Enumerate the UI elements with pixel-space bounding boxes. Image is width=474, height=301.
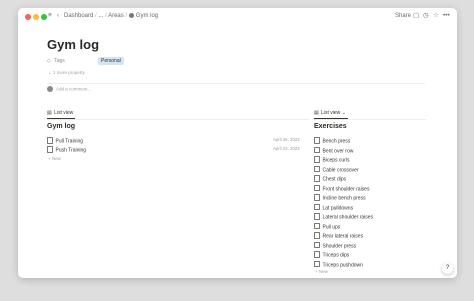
page-icon bbox=[314, 203, 320, 210]
share-button[interactable]: Share bbox=[395, 11, 411, 21]
right-list-title: Exercises bbox=[314, 123, 347, 130]
help-button[interactable]: ? bbox=[442, 263, 453, 274]
new-label: New bbox=[51, 156, 61, 161]
more-properties-toggle[interactable]: ⌄ 1 more property bbox=[48, 70, 85, 76]
page-icon bbox=[314, 213, 320, 220]
chevron-down-icon: ⌄ bbox=[341, 110, 346, 116]
exercise-name: Shoulder press bbox=[322, 243, 357, 249]
page-icon bbox=[314, 146, 320, 153]
exercise-item[interactable]: Incline bench press bbox=[314, 194, 366, 202]
chevron-down-icon: ⌄ bbox=[48, 70, 52, 75]
window-zoom-button[interactable] bbox=[41, 14, 47, 20]
page-icon bbox=[314, 184, 320, 191]
plus-icon: + bbox=[48, 156, 51, 161]
page-icon bbox=[314, 194, 320, 201]
tab-label: List view bbox=[54, 110, 74, 116]
chevron-left-icon[interactable]: ‹ bbox=[57, 11, 59, 21]
tab-label: List view bbox=[321, 110, 341, 116]
property-label: Tags bbox=[54, 58, 65, 64]
exercise-name: Rear lateral raises bbox=[322, 233, 364, 240]
exercise-name: Bent over row bbox=[322, 148, 354, 154]
exercise-name: Pull ups bbox=[322, 224, 341, 230]
page-icon bbox=[314, 260, 320, 267]
exercise-item[interactable]: Bench press bbox=[314, 137, 350, 145]
list-view-icon: ▤ bbox=[47, 110, 52, 116]
exercise-name: Triceps dips bbox=[322, 252, 350, 259]
exercise-item[interactable]: Triceps pushdown bbox=[314, 260, 363, 268]
page-icon bbox=[314, 165, 320, 172]
new-item-button[interactable]: + New bbox=[48, 156, 61, 161]
divider bbox=[314, 119, 426, 120]
page-icon bbox=[314, 156, 320, 163]
breadcrumb: Dashboard / ... / Areas / Gym log bbox=[64, 11, 158, 21]
exercise-item[interactable]: Biceps curls bbox=[314, 156, 349, 164]
exercise-item[interactable]: Rear lateral raises bbox=[314, 232, 363, 240]
exercise-item[interactable]: Front shoulder raises bbox=[314, 184, 370, 192]
window-minimize-button[interactable] bbox=[33, 14, 39, 20]
more-properties-label: 1 more property bbox=[53, 70, 85, 75]
exercise-name: Chest dips bbox=[322, 176, 347, 183]
exercise-item[interactable]: Pull ups bbox=[314, 222, 341, 230]
exercise-item[interactable]: Bent over row bbox=[314, 146, 354, 154]
new-exercise-button[interactable]: + New bbox=[315, 269, 328, 274]
page-icon bbox=[47, 137, 53, 144]
sidebar-toggle-icon[interactable]: ≡ bbox=[48, 11, 52, 21]
exercise-item[interactable]: Chest dips bbox=[314, 175, 346, 183]
plus-icon: + bbox=[315, 269, 318, 274]
more-icon[interactable]: ••• bbox=[443, 11, 450, 21]
tag-badge[interactable]: Personal bbox=[98, 57, 124, 65]
page-title: Gym log bbox=[47, 37, 100, 52]
list-item[interactable]: Pull Training bbox=[47, 137, 83, 145]
item-name: Pull Training bbox=[55, 138, 84, 145]
page-icon bbox=[314, 175, 320, 182]
page-icon bbox=[314, 241, 320, 248]
exercise-item[interactable]: Triceps dips bbox=[314, 251, 349, 259]
breadcrumb-areas[interactable]: Areas bbox=[108, 13, 124, 19]
divider bbox=[47, 83, 425, 84]
left-list-title: Gym log bbox=[47, 123, 76, 130]
exercise-name: Triceps pushdown bbox=[322, 262, 363, 268]
page-icon bbox=[47, 146, 53, 153]
item-date: April 26, 2023 bbox=[273, 137, 300, 142]
right-list-view-tab[interactable]: ▤ List view ⌄ bbox=[314, 110, 346, 116]
exercise-item[interactable]: Lateral shoulder raises bbox=[314, 213, 373, 221]
list-item[interactable]: Push Training bbox=[47, 146, 86, 154]
page-icon bbox=[314, 232, 320, 239]
clock-icon[interactable]: ◷ bbox=[423, 11, 429, 21]
item-name: Push Training bbox=[55, 147, 87, 154]
breadcrumb-ellipsis[interactable]: ... bbox=[98, 13, 103, 19]
divider bbox=[47, 119, 309, 120]
top-bar: ≡ ‹ Dashboard / ... / Areas / Gym log Sh… bbox=[18, 8, 457, 26]
page-icon bbox=[314, 251, 320, 258]
property-tags[interactable]: ◇ Tags bbox=[47, 58, 65, 64]
exercise-item[interactable]: Shoulder press bbox=[314, 241, 357, 249]
gym-page-icon bbox=[128, 12, 134, 18]
exercise-item[interactable]: Lat pulldowns bbox=[314, 203, 354, 211]
exercise-name: Lat pulldowns bbox=[322, 205, 354, 211]
exercise-name: Biceps curls bbox=[322, 157, 350, 164]
add-comment[interactable]: Add a comment... bbox=[47, 86, 91, 92]
new-label: New bbox=[318, 269, 328, 274]
exercise-name: Lateral shoulder raises bbox=[322, 214, 374, 221]
item-date: April 23, 2023 bbox=[273, 146, 300, 151]
avatar bbox=[47, 86, 53, 92]
breadcrumb-dashboard[interactable]: Dashboard bbox=[64, 13, 93, 19]
app-window: ≡ ‹ Dashboard / ... / Areas / Gym log Sh… bbox=[18, 8, 457, 278]
exercise-name: Bench press bbox=[322, 138, 351, 145]
star-icon[interactable]: ☆ bbox=[433, 11, 439, 21]
exercise-name: Cable crossover bbox=[322, 167, 359, 173]
add-comment-label: Add a comment... bbox=[56, 86, 92, 92]
breadcrumb-gym-log[interactable]: Gym log bbox=[136, 13, 158, 19]
comment-icon[interactable]: ▢ bbox=[413, 11, 419, 21]
window-close-button[interactable] bbox=[25, 14, 31, 20]
page-icon bbox=[314, 137, 320, 144]
exercise-name: Front shoulder raises bbox=[322, 186, 370, 192]
exercise-name: Incline bench press bbox=[322, 195, 366, 202]
list-view-icon: ▤ bbox=[314, 110, 319, 116]
left-list-view-tab[interactable]: ▤ List view bbox=[47, 110, 73, 116]
exercise-item[interactable]: Cable crossover bbox=[314, 165, 359, 173]
page-icon bbox=[314, 222, 320, 229]
tag-icon: ◇ bbox=[47, 58, 51, 64]
